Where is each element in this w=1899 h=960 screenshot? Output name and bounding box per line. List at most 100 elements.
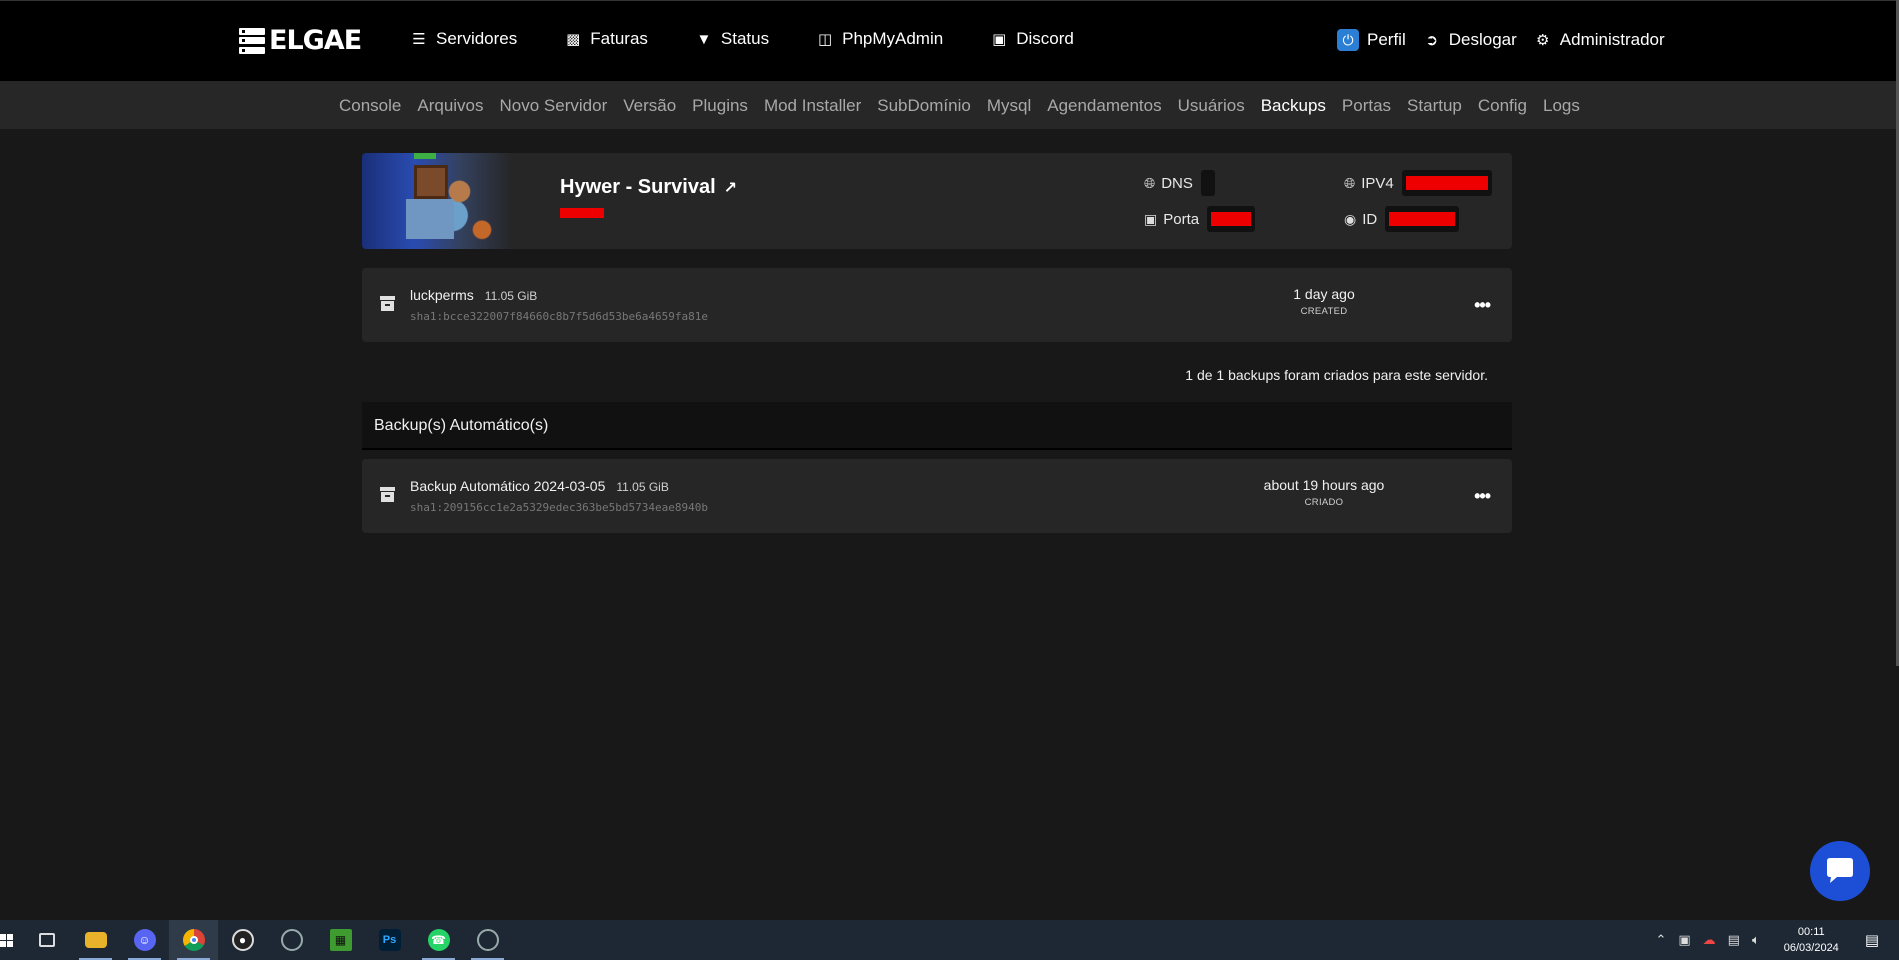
fingerprint-icon: ◉ [1344,210,1357,227]
backup-size: 11.05 GiB [616,480,669,494]
auto-backup-row[interactable]: Backup Automático 2024-03-05 11.05 GiB s… [362,459,1512,533]
id-info: ◉ ID [1344,206,1460,232]
taskbar-file-explorer[interactable] [71,920,120,960]
backup-time: about 19 hours ago CRIADO [1234,477,1414,508]
backup-name: Backup Automático 2024-03-05 [410,478,606,494]
ipv4-info: 🌐︎ IPV4 [1344,170,1492,196]
start-button[interactable] [0,920,22,960]
user-menu: ⏻ Perfil ➲ Deslogar ⚙ Administrador [1337,29,1665,51]
system-tray: ⌃ ▣ ☁ ▤ 🔈︎ 00:11 06/03/2024 ▤ [1655,920,1899,960]
backup-status: CRIADO [1304,497,1344,508]
tab-mod-installer[interactable]: Mod Installer [764,96,861,116]
chat-bubble-icon [1827,858,1853,883]
backup-name: luckperms [410,287,474,303]
chevron-up-icon[interactable]: ⌃ [1655,932,1666,948]
redacted-server-subtitle [560,208,604,218]
tab-arquivos[interactable]: Arquivos [417,96,483,116]
port-info: ▣ Porta [1144,206,1256,232]
tab-usuarios[interactable]: Usuários [1178,96,1245,116]
server-stack-icon [239,27,265,54]
server-thumbnail [362,153,512,249]
more-options-icon[interactable]: ••• [1474,295,1491,316]
backup-hash: sha1:209156cc1e2a5329edec363be5bd5734eae… [410,501,709,514]
wifi-icon: ▼ [696,30,712,48]
notification-icon[interactable]: ▤ [1865,931,1879,949]
onedrive-icon[interactable]: ☁ [1703,932,1716,948]
server-name[interactable]: Hywer - Survival ↗ [560,176,737,199]
obs-icon: ● [231,929,254,951]
windows-taskbar: ☺ ● ▦ Ps ☎ ⌃ ▣ ☁ ▤ 🔈︎ 00:11 06/03/2024 ▤ [0,920,1899,960]
circle-app-icon [280,929,303,951]
sign-out-icon: ➲ [1425,32,1439,49]
globe-icon: 🌐︎ [1144,174,1156,191]
tab-console[interactable]: Console [339,96,401,116]
backup-count-text: 1 de 1 backups foram criados para este s… [1185,367,1488,383]
backup-hash: sha1:bcce322007f84660c8b7f5d6d53be6a4659… [410,310,709,323]
nav-perfil[interactable]: ⏻ Perfil [1337,29,1406,51]
backup-size: 11.05 GiB [484,289,538,303]
external-link-icon[interactable]: ↗ [724,178,737,198]
ipv4-value[interactable] [1401,170,1492,196]
backup-row[interactable]: luckperms 11.05 GiB sha1:bcce322007f8466… [362,268,1512,342]
volume-icon[interactable]: 🔈︎ [1752,932,1760,948]
tab-subdominio[interactable]: SubDomínio [877,96,971,116]
nav-faturas[interactable]: ▩ Faturas [564,29,648,49]
port-value[interactable] [1207,206,1256,232]
taskbar-app-2[interactable] [463,920,512,960]
nav-phpmyadmin[interactable]: ◫ PhpMyAdmin [816,29,943,49]
tab-novo-servidor[interactable]: Novo Servidor [500,96,608,116]
tab-config[interactable]: Config [1478,96,1527,116]
device-icon[interactable]: ▣ [1678,932,1690,948]
taskbar-app[interactable] [267,920,316,960]
archive-icon [380,296,395,311]
windows-icon [0,933,13,947]
nav-administrador[interactable]: ⚙ Administrador [1534,30,1665,50]
discord-icon: ▣ [992,31,1007,48]
backup-status: CREATED [1300,306,1348,317]
money-icon: ▩ [566,31,581,48]
taskbar-obs[interactable]: ● [218,920,267,960]
dns-info: 🌐︎ DNS [1144,170,1215,196]
server-subnav: Console Arquivos Novo Servidor Versão Pl… [0,81,1896,129]
tab-plugins[interactable]: Plugins [692,96,748,116]
database-icon: ◫ [818,31,833,48]
nav-deslogar[interactable]: ➲ Deslogar [1423,30,1516,50]
taskbar-clock[interactable]: 00:11 06/03/2024 [1784,924,1839,956]
chat-widget-button[interactable] [1810,841,1870,901]
circle-app-icon [476,929,499,951]
taskbar-whatsapp[interactable]: ☎ [414,920,463,960]
chrome-icon [182,929,205,951]
backup-time: 1 day ago CREATED [1234,286,1414,317]
taskbar-chrome[interactable] [169,920,218,960]
taskbar-discord[interactable]: ☺ [120,920,169,960]
id-value[interactable] [1385,206,1460,232]
creeper-icon: ▦ [329,929,352,951]
dns-value[interactable] [1200,170,1215,196]
tab-mysql[interactable]: Mysql [987,96,1031,116]
globe-icon: 🌐︎ [1344,174,1356,191]
tab-versao[interactable]: Versão [623,96,676,116]
brand-logo[interactable]: ELGAE [239,25,362,56]
tab-logs[interactable]: Logs [1543,96,1580,116]
taskbar-photoshop[interactable]: Ps [365,920,414,960]
top-navbar: ELGAE ☰ Servidores ▩ Faturas ▼ Status ◫ … [0,0,1896,81]
nav-status[interactable]: ▼ Status [695,29,769,49]
auto-backups-header: Backup(s) Automático(s) [362,402,1512,450]
main-menu: ☰ Servidores ▩ Faturas ▼ Status ◫ PhpMyA… [410,29,1074,49]
power-icon: ⏻ [1337,29,1359,51]
more-options-icon[interactable]: ••• [1474,486,1491,507]
nav-servidores[interactable]: ☰ Servidores [410,29,517,49]
server-icon: ☰ [412,31,426,48]
task-view-button[interactable] [22,920,71,960]
archive-icon [380,487,395,502]
nav-discord[interactable]: ▣ Discord [990,29,1074,49]
tab-startup[interactable]: Startup [1407,96,1462,116]
photoshop-icon: Ps [378,929,401,951]
tab-portas[interactable]: Portas [1342,96,1391,116]
discord-icon: ☺ [133,929,156,951]
network-icon[interactable]: ▤ [1728,932,1740,948]
taskbar-minecraft[interactable]: ▦ [316,920,365,960]
tab-backups[interactable]: Backups [1261,96,1326,116]
cogs-icon: ⚙ [1536,32,1550,49]
tab-agendamentos[interactable]: Agendamentos [1047,96,1161,116]
